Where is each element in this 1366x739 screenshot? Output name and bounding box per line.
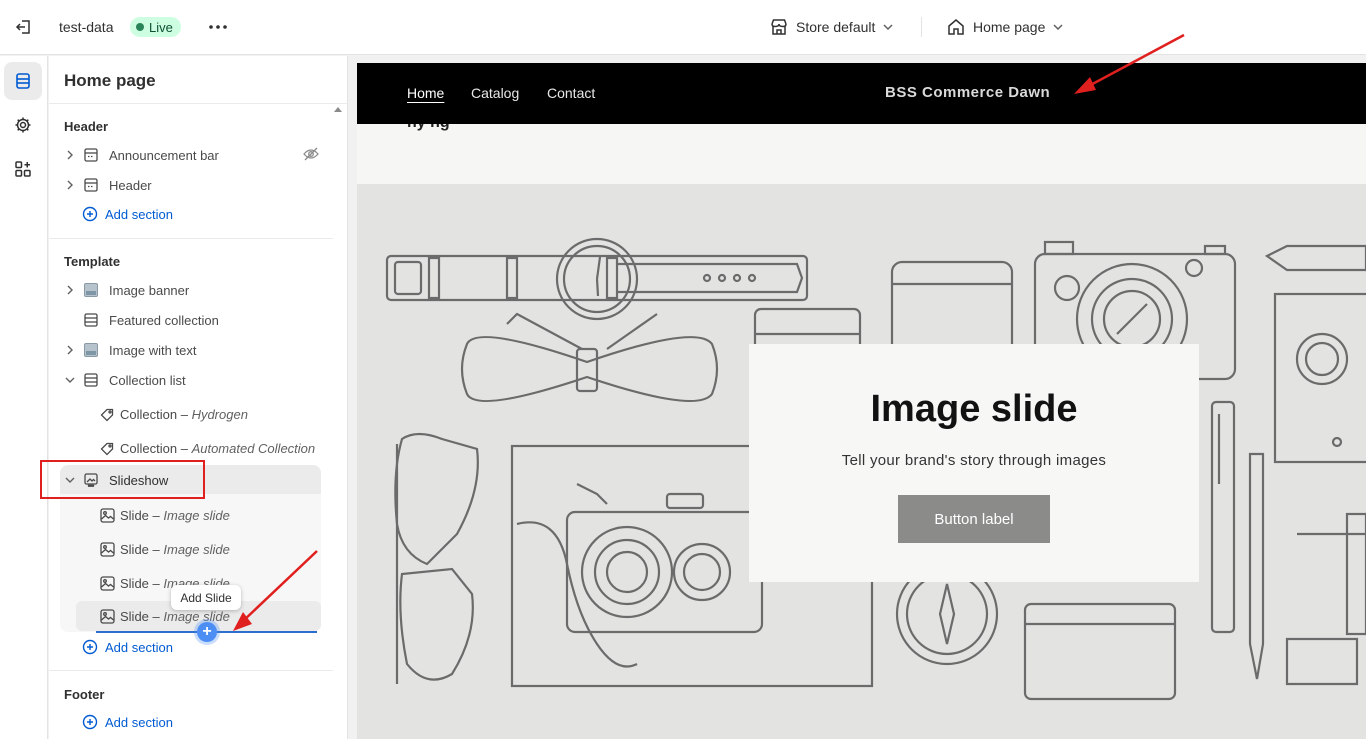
block-label: Slide – Image slide [120, 608, 230, 624]
section-label: Header [109, 177, 152, 193]
tag-icon [98, 439, 116, 457]
section-header[interactable]: Header [64, 171, 152, 199]
chevron-right-icon[interactable] [64, 345, 76, 355]
image-thumbnail-icon [82, 341, 100, 359]
block-slide[interactable]: Slide – Image slide [98, 501, 230, 529]
section-layout-icon [82, 311, 100, 329]
section-image-banner[interactable]: Image banner [64, 276, 189, 304]
preview-nav-catalog[interactable]: Catalog [471, 85, 519, 101]
rail-settings-button[interactable] [4, 106, 42, 144]
image-thumbnail-icon [82, 281, 100, 299]
slide-button[interactable]: Button label [898, 495, 1050, 543]
store-selector-label: Store default [796, 19, 876, 35]
scroll-up-arrow-icon[interactable] [334, 107, 342, 112]
block-slide[interactable]: Slide – Image slide [98, 535, 230, 563]
plus-circle-icon [82, 714, 98, 730]
sidebar-title: Home page [64, 71, 156, 90]
add-slide-tooltip: Add Slide [171, 585, 241, 610]
chevron-right-icon[interactable] [64, 285, 76, 295]
live-label: Live [149, 19, 173, 35]
sidebar-title-divider [49, 103, 347, 104]
live-dot-icon [136, 23, 144, 31]
page-selector[interactable]: Home page [947, 14, 1063, 40]
image-slide-icon [98, 506, 116, 524]
exit-icon [15, 20, 30, 34]
image-slide-icon [98, 540, 116, 558]
section-label: Image with text [109, 342, 197, 358]
block-label: Slide – Image slide [120, 507, 230, 523]
group-divider [49, 238, 333, 239]
section-featured-collection[interactable]: Featured collection [64, 306, 219, 334]
more-actions-button[interactable] [206, 16, 230, 38]
editor-rail [0, 56, 48, 739]
header-group-title: Header [64, 119, 109, 134]
store-icon [771, 19, 787, 35]
sections-icon [16, 73, 30, 89]
footer-group-title: Footer [64, 687, 105, 702]
template-group-title: Template [64, 254, 121, 269]
plus-circle-icon [82, 639, 98, 655]
eye-off-icon[interactable] [303, 147, 319, 164]
preview-nav-home[interactable]: Home [407, 85, 444, 101]
section-layout-icon [82, 146, 100, 164]
rail-sections-button[interactable] [4, 62, 42, 100]
section-layout-icon [82, 176, 100, 194]
apps-icon [15, 161, 31, 177]
block-collection[interactable]: Collection – Automated Collection [98, 434, 315, 462]
slide-heading: Image slide [870, 388, 1078, 430]
block-label: Slide – Image slide [120, 541, 230, 557]
preview-store-brand[interactable]: BSS Commerce Dawn [885, 84, 1050, 101]
chevron-down-icon [1053, 24, 1063, 30]
block-label: Collection – Hydrogen [120, 406, 248, 422]
slide-subheading: Tell your brand's story through images [841, 452, 1107, 469]
add-section-label: Add section [105, 714, 173, 730]
header-add-section-button[interactable]: Add section [82, 204, 173, 224]
chevron-right-icon[interactable] [64, 180, 76, 190]
topbar-divider [921, 17, 922, 37]
preview-store-header: Home Catalog Contact BSS Commerce Dawn [357, 63, 1366, 124]
section-label: Announcement bar [109, 147, 219, 163]
chevron-right-icon[interactable] [64, 150, 76, 160]
block-label: Collection – Automated Collection [120, 440, 316, 456]
group-divider [49, 670, 333, 671]
add-section-label: Add section [105, 639, 173, 655]
section-announcement-bar[interactable]: Announcement bar [64, 141, 319, 169]
image-slide-icon [98, 607, 116, 625]
section-image-with-text[interactable]: Image with text [64, 336, 196, 364]
section-label: Image banner [109, 282, 190, 298]
editor-topbar: test-data Live Store default Home page [0, 0, 1366, 55]
section-label: Featured collection [109, 312, 219, 328]
preview-nav-contact[interactable]: Contact [547, 85, 595, 101]
gear-icon [15, 117, 31, 133]
slide-content-card: Image slide Tell your brand's story thro… [749, 344, 1199, 582]
section-label: Collection list [109, 372, 186, 388]
rail-apps-button[interactable] [4, 150, 42, 188]
chevron-down-icon [883, 24, 893, 30]
store-preview: ny ng Home Catalog Contact BSS Commerce … [357, 63, 1366, 739]
chevron-down-icon[interactable] [64, 377, 76, 383]
add-slide-plus-button[interactable]: + [197, 622, 217, 642]
page-selector-label: Home page [973, 19, 1046, 35]
tag-icon [98, 405, 116, 423]
section-layout-icon [82, 371, 100, 389]
home-icon [948, 19, 964, 35]
preview-band: ny ng [357, 114, 1366, 184]
section-collection-list[interactable]: Collection list [64, 366, 186, 394]
block-collection[interactable]: Collection – Hydrogen [98, 400, 248, 428]
image-slide-icon [98, 574, 116, 592]
more-horizontal-icon [209, 25, 227, 29]
add-section-label: Add section [105, 206, 173, 222]
exit-button[interactable] [12, 15, 36, 39]
annotation-highlight-box [40, 460, 205, 499]
store-selector[interactable]: Store default [770, 14, 893, 40]
live-status-badge: Live [130, 17, 181, 37]
store-name: test-data [59, 19, 114, 35]
template-add-section-button[interactable]: Add section [82, 637, 173, 657]
plus-circle-icon [82, 206, 98, 222]
footer-add-section-button[interactable]: Add section [82, 712, 173, 732]
